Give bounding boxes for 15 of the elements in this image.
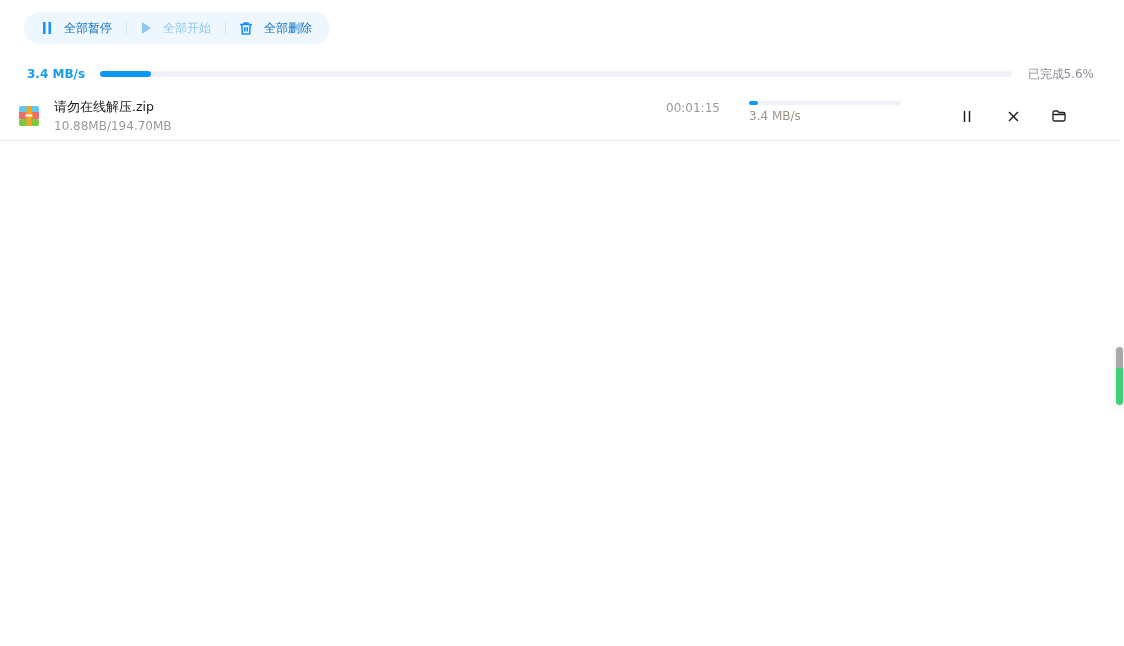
- pause-all-button[interactable]: 全部暂停: [38, 19, 116, 37]
- delete-all-button[interactable]: 全部删除: [236, 19, 316, 37]
- completion-status: 已完成5.6%: [1027, 65, 1094, 83]
- play-icon: [141, 22, 151, 34]
- folder-icon: [1052, 110, 1066, 122]
- download-speed: 3.4 MB/s: [749, 109, 802, 123]
- remaining-time: 00:01:15: [666, 101, 721, 115]
- archive-file-icon: [19, 106, 39, 126]
- pause-icon: [42, 22, 52, 34]
- total-speed: 3.4 MB/s: [27, 67, 87, 81]
- file-name: 请勿在线解压.zip: [54, 99, 155, 116]
- trash-icon: [240, 21, 252, 35]
- pause-icon: [963, 110, 971, 122]
- close-icon: [1007, 110, 1019, 122]
- file-size: 10.88MB/194.70MB: [54, 119, 173, 133]
